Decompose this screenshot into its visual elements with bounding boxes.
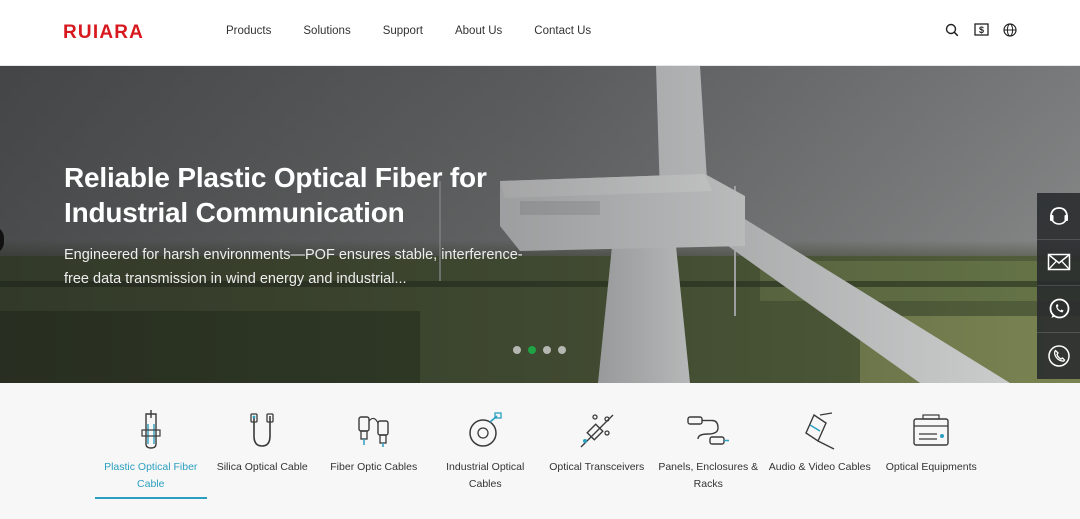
nav-support[interactable]: Support — [383, 24, 423, 38]
ruiara-logo[interactable]: RUIARA — [63, 21, 181, 43]
email-icon[interactable] — [1037, 240, 1080, 286]
hero-title: Reliable Plastic Optical Fiber for Indus… — [64, 162, 487, 228]
category-label: Optical Transceivers — [549, 461, 645, 473]
nav-solutions[interactable]: Solutions — [303, 24, 350, 38]
category-list: Plastic Optical Fiber Cable Silica Optic… — [95, 408, 988, 499]
product-category-strip: Plastic Optical Fiber Cable Silica Optic… — [0, 383, 1080, 519]
cable-reel-icon — [430, 408, 542, 453]
category-fiber-optic-cables[interactable]: Fiber Optic Cables — [318, 408, 430, 498]
hero-banner: Reliable Plastic Optical Fiber for Indus… — [0, 66, 1080, 383]
pof-cable-icon — [95, 408, 207, 453]
price-tag-icon[interactable]: $ — [973, 22, 989, 38]
slider-dot-2[interactable] — [528, 346, 536, 354]
av-cable-icon — [764, 408, 876, 453]
category-label: Audio & Video Cables — [768, 461, 871, 473]
slider-dot-4[interactable] — [558, 346, 566, 354]
category-silica-optical-cable[interactable]: Silica Optical Cable — [207, 408, 319, 498]
logo-text: RUIARA — [63, 22, 144, 43]
silica-cable-icon — [207, 408, 319, 453]
customer-service-icon[interactable] — [1037, 193, 1080, 240]
fiber-connector-icon — [318, 408, 430, 453]
svg-text:$: $ — [978, 25, 983, 35]
search-icon[interactable] — [944, 22, 960, 38]
category-label: Industrial Optical Cables — [446, 461, 525, 490]
category-audio-video-cables[interactable]: Audio & Video Cables — [764, 408, 876, 498]
nav-products[interactable]: Products — [226, 24, 271, 38]
category-label: Optical Equipments — [885, 461, 977, 473]
category-optical-equipments[interactable]: Optical Equipments — [876, 408, 988, 498]
transceiver-icon — [541, 408, 653, 453]
phone-icon[interactable] — [1037, 333, 1080, 380]
floating-contact-bar — [1037, 193, 1080, 379]
category-label: Fiber Optic Cables — [330, 461, 418, 473]
slider-dot-3[interactable] — [543, 346, 551, 354]
globe-icon[interactable] — [1002, 22, 1018, 38]
header-icon-group: $ — [944, 22, 1018, 38]
site-header: RUIARA Products Solutions Support About … — [0, 0, 1080, 66]
slider-dots — [513, 346, 566, 354]
whatsapp-icon[interactable] — [1037, 286, 1080, 333]
category-label: Silica Optical Cable — [216, 461, 308, 473]
category-label: Panels, Enclosures & Racks — [658, 461, 759, 490]
category-panels-enclosures-racks[interactable]: Panels, Enclosures & Racks — [653, 408, 765, 498]
category-label: Plastic Optical Fiber Cable — [104, 461, 198, 490]
panel-icon — [653, 408, 765, 453]
nav-about-us[interactable]: About Us — [455, 24, 502, 38]
hero-subtitle: Engineered for harsh environments—POF en… — [64, 247, 523, 287]
category-plastic-optical-fiber-cable[interactable]: Plastic Optical Fiber Cable — [95, 408, 207, 499]
slider-dot-1[interactable] — [513, 346, 521, 354]
equipment-icon — [876, 408, 988, 453]
main-nav: Products Solutions Support About Us Cont… — [226, 24, 623, 38]
category-optical-transceivers[interactable]: Optical Transceivers — [541, 408, 653, 498]
nav-contact-us[interactable]: Contact Us — [534, 24, 591, 38]
category-industrial-optical-cables[interactable]: Industrial Optical Cables — [430, 408, 542, 498]
